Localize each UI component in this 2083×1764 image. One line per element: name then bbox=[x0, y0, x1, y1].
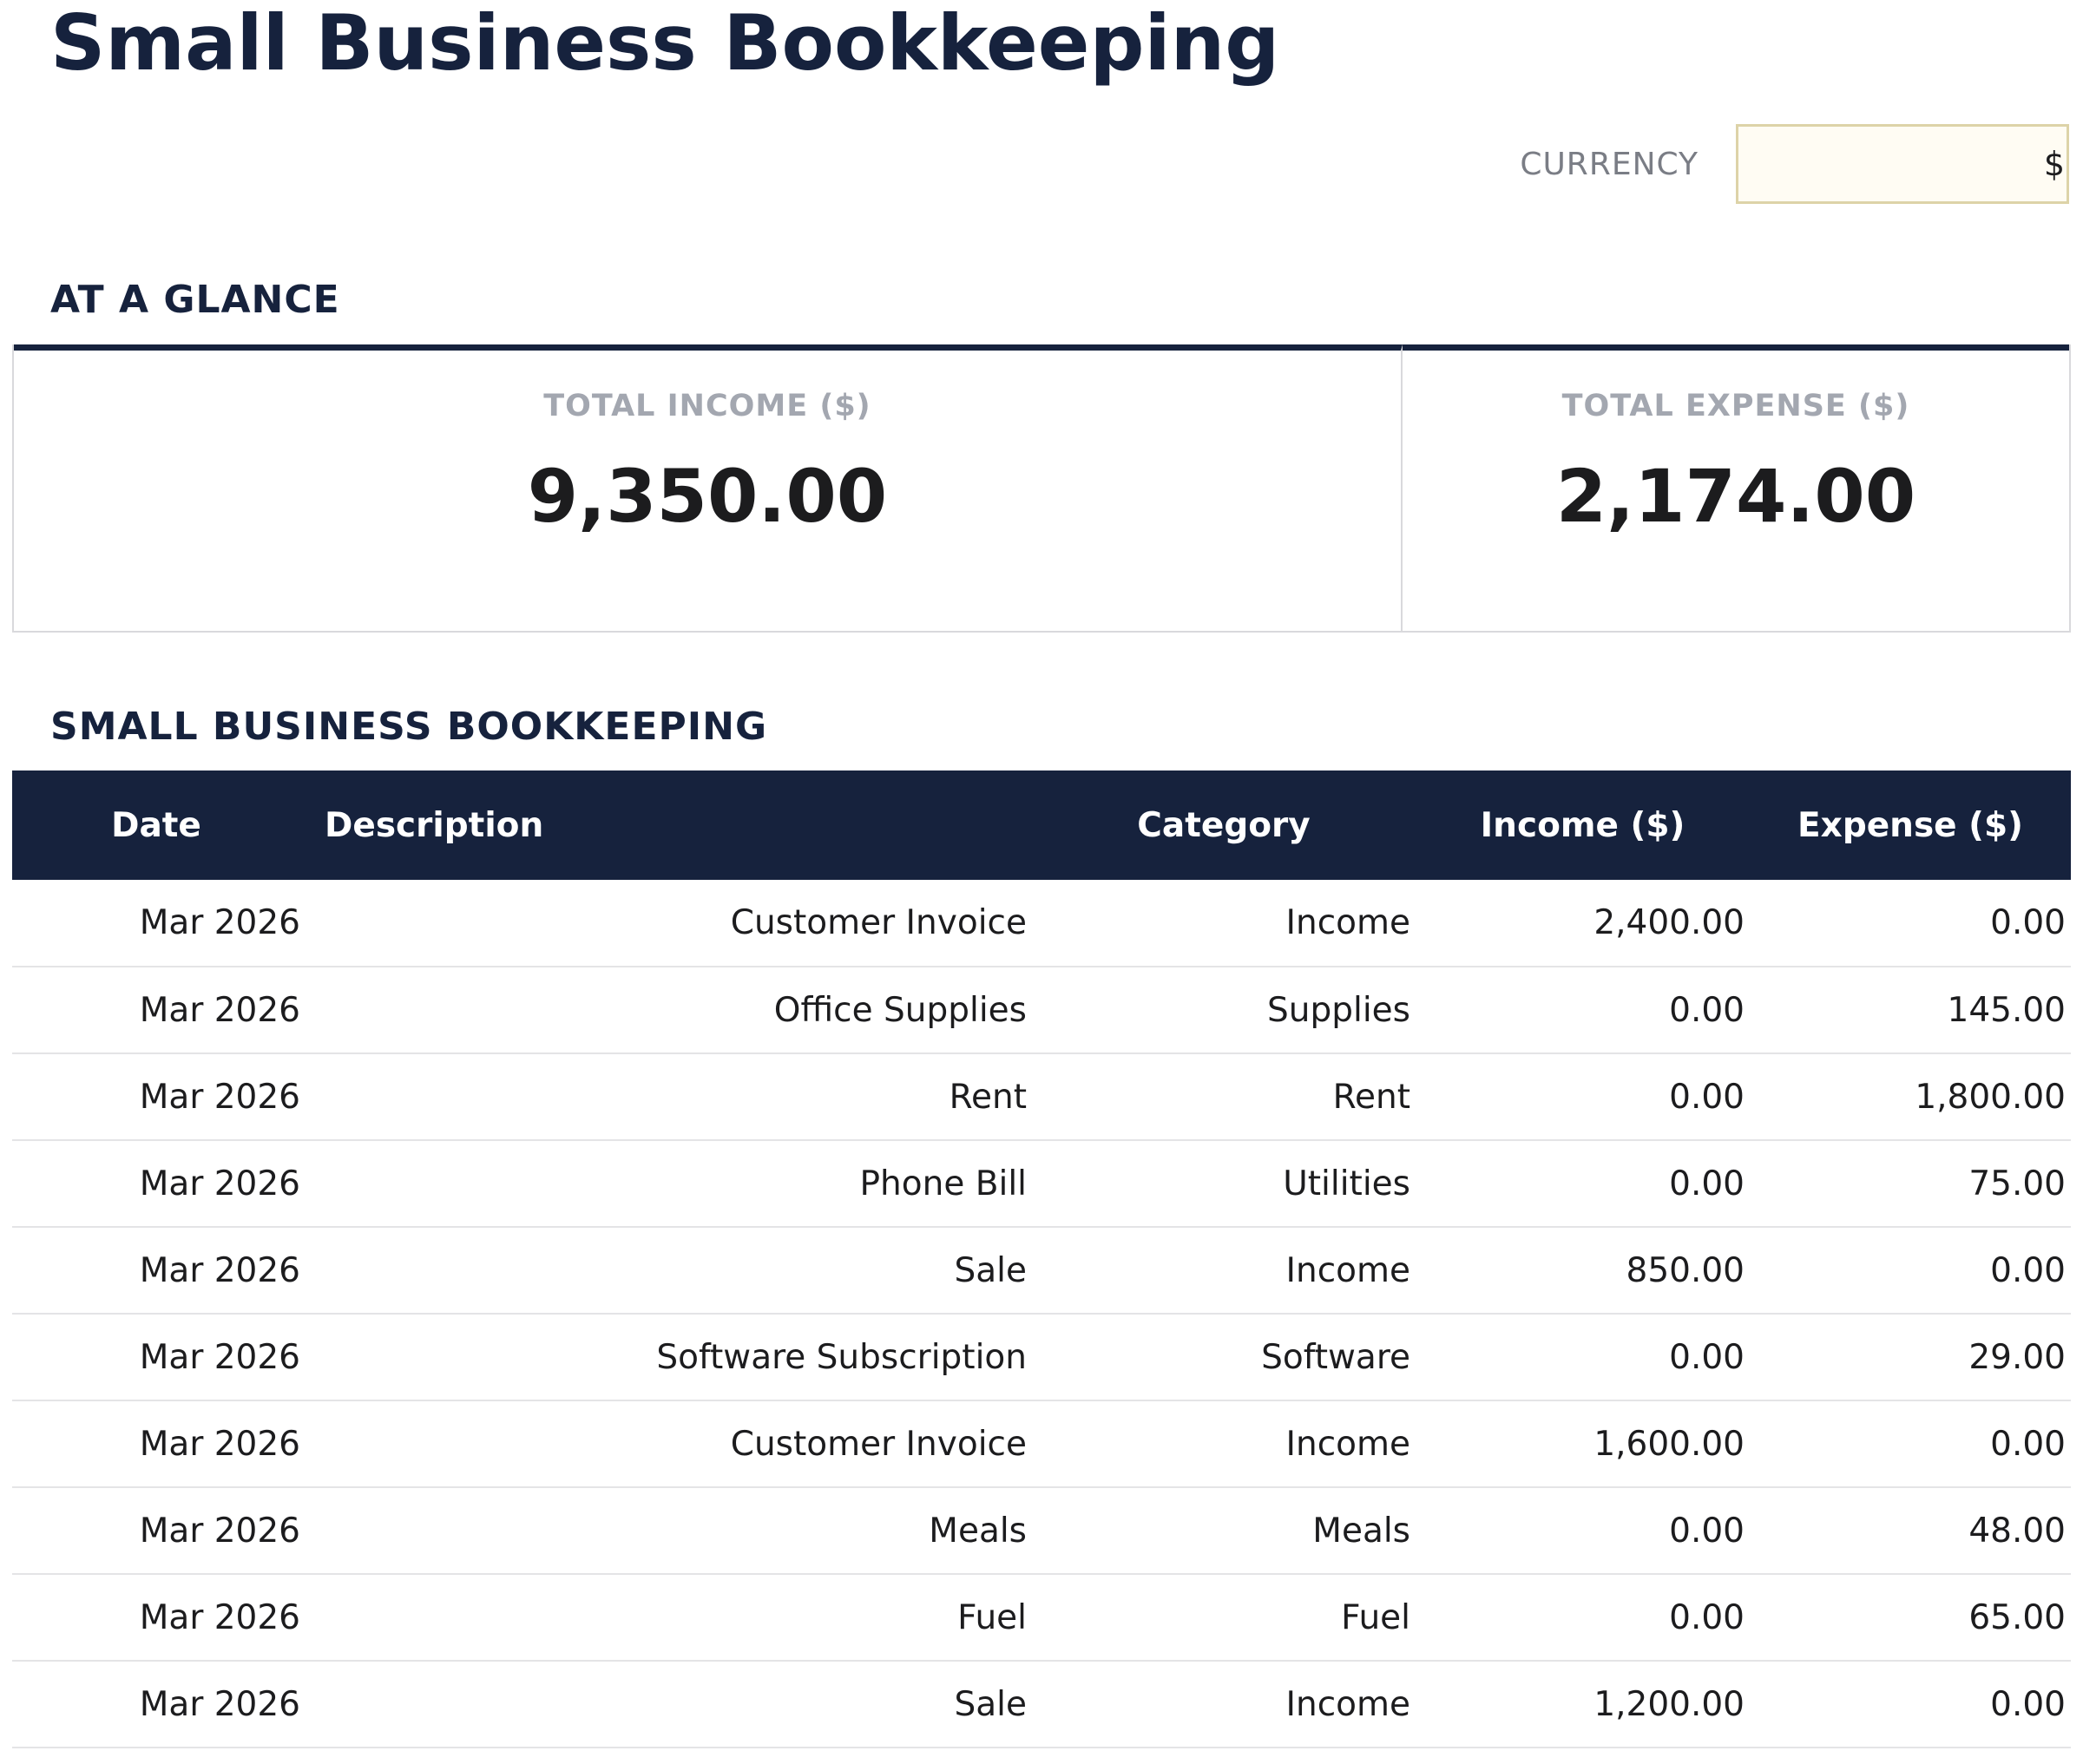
cell-category[interactable]: Income bbox=[1032, 1400, 1416, 1488]
cell-income[interactable]: 0.00 bbox=[1416, 1053, 1750, 1141]
cell-category[interactable]: Rent bbox=[1032, 1053, 1416, 1141]
cell-description[interactable]: Meals bbox=[300, 1487, 1032, 1575]
cell-category[interactable]: Supplies bbox=[1032, 967, 1416, 1054]
cell-description[interactable]: Office Supplies bbox=[300, 967, 1032, 1054]
page-title: Small Business Bookkeeping bbox=[50, 0, 1280, 88]
total-expense-card: TOTAL EXPENSE ($) 2,174.00 bbox=[1403, 344, 2069, 631]
cell-date[interactable]: Mar 2026 bbox=[12, 1574, 300, 1662]
cell-expense[interactable]: 0.00 bbox=[1750, 1227, 2071, 1315]
cell-expense[interactable]: 29.00 bbox=[1750, 1314, 2071, 1401]
table-row: Mar 2026 Office Supplies Supplies 0.00 1… bbox=[12, 967, 2071, 1054]
cell-date[interactable]: Mar 2026 bbox=[12, 1314, 300, 1401]
cell-income[interactable]: 0.00 bbox=[1416, 1487, 1750, 1575]
cell-description[interactable]: Customer Invoice bbox=[300, 880, 1032, 967]
table-row: Mar 2026 Sale Income 1,200.00 0.00 bbox=[12, 1661, 2071, 1748]
cell-date[interactable]: Mar 2026 bbox=[12, 880, 300, 967]
column-header-date[interactable]: Date bbox=[12, 771, 300, 880]
cell-date[interactable]: Mar 2026 bbox=[12, 1400, 300, 1488]
cell-description[interactable]: Customer Invoice bbox=[300, 1400, 1032, 1488]
table-row: Mar 2026 Sale Income 850.00 0.00 bbox=[12, 1227, 2071, 1315]
table-row: Mar 2026 Customer Invoice Income 2,400.0… bbox=[12, 880, 2071, 967]
cell-expense[interactable]: 145.00 bbox=[1750, 967, 2071, 1054]
cell-description[interactable]: Sale bbox=[300, 1661, 1032, 1748]
cell-date[interactable]: Mar 2026 bbox=[12, 1661, 300, 1748]
column-header-description[interactable]: Description bbox=[300, 771, 1032, 880]
column-header-income[interactable]: Income ($) bbox=[1416, 771, 1750, 880]
cell-income[interactable]: 0.00 bbox=[1416, 967, 1750, 1054]
cell-income[interactable]: 850.00 bbox=[1416, 1227, 1750, 1315]
total-expense-value: 2,174.00 bbox=[1555, 454, 1916, 539]
cell-expense[interactable]: 1,800.00 bbox=[1750, 1053, 2071, 1141]
cell-category[interactable]: Meals bbox=[1032, 1487, 1416, 1575]
cell-expense[interactable]: 0.00 bbox=[1750, 1400, 2071, 1488]
cell-category[interactable]: Utilities bbox=[1032, 1140, 1416, 1228]
cell-income[interactable]: 0.00 bbox=[1416, 1314, 1750, 1401]
total-expense-label: TOTAL EXPENSE ($) bbox=[1561, 389, 1910, 423]
bookkeeping-table: Date Description Category Income ($) Exp… bbox=[12, 771, 2071, 1748]
ledger-section-title: SMALL BUSINESS BOOKKEEPING bbox=[50, 705, 768, 749]
table-row: Mar 2026 Meals Meals 0.00 48.00 bbox=[12, 1487, 2071, 1575]
cell-date[interactable]: Mar 2026 bbox=[12, 1140, 300, 1228]
cell-income[interactable]: 2,400.00 bbox=[1416, 880, 1750, 967]
table-row: Mar 2026 Rent Rent 0.00 1,800.00 bbox=[12, 1053, 2071, 1141]
cell-description[interactable]: Rent bbox=[300, 1053, 1032, 1141]
total-income-value: 9,350.00 bbox=[527, 454, 888, 539]
cell-expense[interactable]: 48.00 bbox=[1750, 1487, 2071, 1575]
cell-category[interactable]: Income bbox=[1032, 1661, 1416, 1748]
cell-description[interactable]: Software Subscription bbox=[300, 1314, 1032, 1401]
cell-description[interactable]: Fuel bbox=[300, 1574, 1032, 1662]
cell-income[interactable]: 0.00 bbox=[1416, 1140, 1750, 1228]
column-header-category[interactable]: Category bbox=[1032, 771, 1416, 880]
cell-description[interactable]: Phone Bill bbox=[300, 1140, 1032, 1228]
cell-expense[interactable]: 65.00 bbox=[1750, 1574, 2071, 1662]
cell-date[interactable]: Mar 2026 bbox=[12, 1227, 300, 1315]
table-row: Mar 2026 Phone Bill Utilities 0.00 75.00 bbox=[12, 1140, 2071, 1228]
cell-income[interactable]: 1,600.00 bbox=[1416, 1400, 1750, 1488]
cell-category[interactable]: Fuel bbox=[1032, 1574, 1416, 1662]
glance-section-title: AT A GLANCE bbox=[50, 278, 340, 322]
table-row: Mar 2026 Customer Invoice Income 1,600.0… bbox=[12, 1400, 2071, 1488]
cell-date[interactable]: Mar 2026 bbox=[12, 1053, 300, 1141]
cell-expense[interactable]: 0.00 bbox=[1750, 880, 2071, 967]
cell-income[interactable]: 0.00 bbox=[1416, 1574, 1750, 1662]
currency-input[interactable]: $ bbox=[1736, 124, 2069, 204]
cell-date[interactable]: Mar 2026 bbox=[12, 967, 300, 1054]
cell-date[interactable]: Mar 2026 bbox=[12, 1487, 300, 1575]
cell-category[interactable]: Income bbox=[1032, 1227, 1416, 1315]
cell-income[interactable]: 1,200.00 bbox=[1416, 1661, 1750, 1748]
cell-description[interactable]: Sale bbox=[300, 1227, 1032, 1315]
total-income-card: TOTAL INCOME ($) 9,350.00 bbox=[14, 344, 1403, 631]
cell-expense[interactable]: 0.00 bbox=[1750, 1661, 2071, 1748]
table-row: Mar 2026 Software Subscription Software … bbox=[12, 1314, 2071, 1401]
currency-label: CURRENCY bbox=[1520, 147, 1699, 182]
cell-category[interactable]: Software bbox=[1032, 1314, 1416, 1401]
total-income-label: TOTAL INCOME ($) bbox=[543, 389, 871, 423]
column-header-expense[interactable]: Expense ($) bbox=[1750, 771, 2071, 880]
at-a-glance-panel: TOTAL INCOME ($) 9,350.00 TOTAL EXPENSE … bbox=[12, 344, 2071, 633]
cell-category[interactable]: Income bbox=[1032, 880, 1416, 967]
table-row: Mar 2026 Fuel Fuel 0.00 65.00 bbox=[12, 1574, 2071, 1662]
table-header-row: Date Description Category Income ($) Exp… bbox=[12, 771, 2071, 880]
cell-expense[interactable]: 75.00 bbox=[1750, 1140, 2071, 1228]
